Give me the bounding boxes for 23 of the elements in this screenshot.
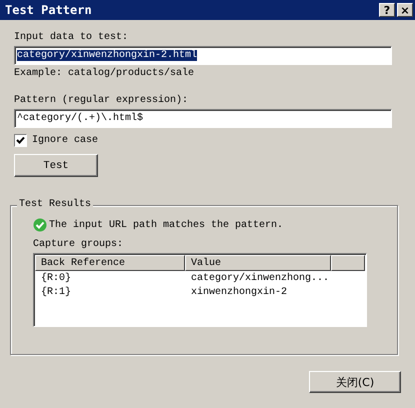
table-cell-text: {R:1} xyxy=(40,286,72,298)
result-message: The input URL path matches the pattern. xyxy=(49,220,284,230)
close-button[interactable]: × xyxy=(397,3,413,17)
column-header[interactable]: Back Reference xyxy=(35,255,185,271)
window-title: Test Pattern xyxy=(5,3,93,17)
pattern-field[interactable]: ^category/(.+)\.html$ xyxy=(14,109,392,128)
help-button[interactable]: ? xyxy=(379,3,395,17)
column-header[interactable] xyxy=(331,255,365,271)
column-header[interactable]: Value xyxy=(185,255,331,271)
close-button[interactable]: 关闭(C) xyxy=(309,371,401,393)
check-icon xyxy=(33,218,47,232)
group-title: Test Results xyxy=(17,199,94,210)
table-cell-text: xinwenzhongxin-2 xyxy=(190,286,288,298)
list-label: Capture groups: xyxy=(33,239,124,250)
table-cell-text: category/xinwenzhong... xyxy=(190,272,330,284)
field-label: Pattern (regular expression): xyxy=(14,95,190,106)
test-button[interactable]: Test xyxy=(14,154,98,177)
example-text: Example: catalog/products/sale xyxy=(14,68,196,79)
checkbox-label: Ignore case xyxy=(32,135,98,146)
field-label: Input data to test: xyxy=(14,32,130,43)
input-field[interactable]: category/xinwenzhongxin-2.html xyxy=(14,46,392,65)
table-cell-text: {R:0} xyxy=(40,272,72,284)
checkbox[interactable] xyxy=(14,134,27,147)
